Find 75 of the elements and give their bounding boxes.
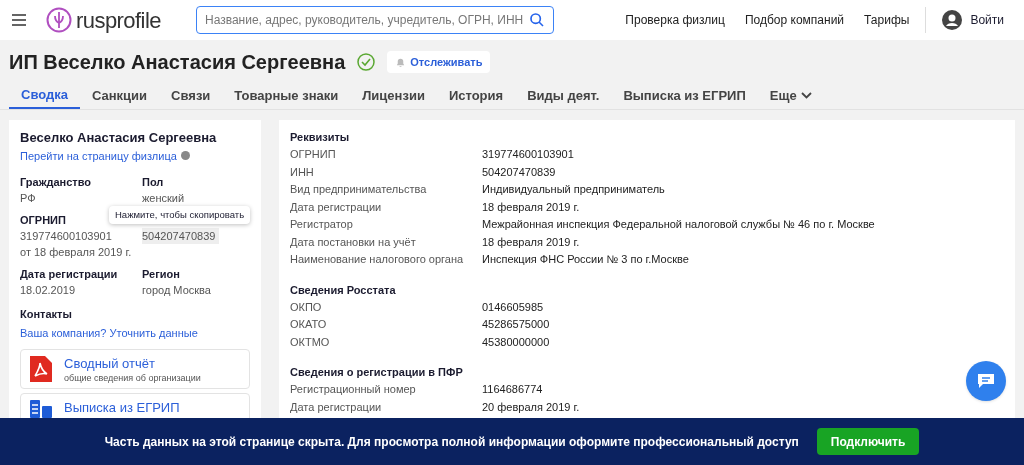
nav-link[interactable]: Подбор компаний — [744, 11, 845, 29]
document-card[interactable]: Сводный отчёт общие сведения об организации — [20, 349, 250, 389]
row-value: 0146605985 — [482, 299, 544, 315]
login-link[interactable]: Войти — [970, 11, 1004, 29]
follow-button[interactable]: Отслеживать — [387, 51, 491, 73]
row-value: 18 февраля 2019 г. — [482, 199, 580, 215]
field-label: Дата регистрации — [20, 267, 118, 282]
row-label: Наименование налогового органа — [290, 252, 465, 267]
row-label: ОГРНИП — [290, 147, 337, 162]
chevron-down-icon — [800, 92, 812, 99]
user-icon[interactable] — [942, 10, 963, 30]
row-label: Регистратор — [290, 217, 354, 232]
field-value: женский — [142, 191, 186, 206]
tab[interactable]: Лицензии — [350, 82, 437, 109]
field-label: Пол — [142, 175, 164, 190]
field-value: город Москва — [142, 283, 212, 298]
row-value: 504207470839 — [482, 164, 556, 180]
row-label: ОКАТО — [290, 317, 328, 332]
tooltip: Нажмите, чтобы скопировать — [109, 206, 251, 225]
tab[interactable]: Выписка из ЕГРИП — [611, 82, 758, 109]
field-value: 319774600103901 — [20, 229, 113, 244]
help-icon[interactable] — [180, 151, 190, 161]
field-value: от 18 февраля 2019 г. — [20, 245, 133, 260]
nav-link[interactable]: Тарифы — [864, 11, 910, 29]
document-title[interactable]: Сводный отчёт — [64, 356, 201, 372]
menu-icon[interactable] — [12, 14, 26, 26]
row-label: ОКПО — [290, 299, 323, 315]
document-title[interactable]: Выписка из ЕГРИП — [64, 400, 180, 416]
section-title: Сведения Росстата — [290, 282, 396, 298]
row-label: Вид предпринимательства — [290, 182, 428, 197]
field-label: ОГРНИП — [20, 213, 66, 228]
row-value: 1164686774 — [482, 382, 543, 397]
tab[interactable]: Товарные знаки — [222, 82, 351, 109]
logo-text[interactable]: rusprofile — [76, 3, 161, 37]
section-title: Реквизиты — [290, 130, 350, 145]
update-data-link[interactable]: Ваша компания? Уточнить данные — [20, 324, 250, 341]
row-label: Регистрационный номер — [290, 382, 417, 397]
row-value: Межрайонная инспекция Федеральной налоговой службы № 46 по г. Москве — [482, 217, 875, 232]
search-icon[interactable] — [529, 12, 545, 28]
row-value: 45286575000 — [482, 317, 550, 332]
banner-text: Часть данных на этой странице скрыта. Для просмотра полной информации оформите профессиональный доступ — [104, 433, 799, 451]
tab[interactable]: Еще — [757, 82, 824, 109]
row-value: Инспекция ФНС России № 3 по г.Москве — [482, 252, 689, 267]
row-label: Дата постановки на учёт — [290, 234, 417, 250]
tab[interactable]: История — [436, 82, 516, 109]
row-value: 20 февраля 2019 г. — [482, 399, 580, 415]
row-value: 18 февраля 2019 г. — [482, 234, 580, 250]
row-value: Индивидуальный предприниматель — [482, 182, 665, 197]
row-value: 45380000000 — [482, 334, 550, 350]
person-name: Веселко Анастасия Сергеевна — [20, 129, 218, 147]
section-title: Сведения о регистрации в ПФР — [290, 365, 463, 380]
nav-link[interactable]: Проверка физлиц — [625, 11, 725, 29]
tab[interactable]: Виды деят. — [515, 82, 612, 109]
field-value: 18.02.2019 — [20, 283, 77, 298]
chat-icon — [977, 373, 995, 389]
tab[interactable]: Санкции — [79, 82, 160, 109]
bell-icon — [395, 56, 407, 68]
contacts-label: Контакты — [20, 307, 73, 322]
tab[interactable]: Связи — [159, 82, 223, 109]
field-value: 504207470839 — [142, 228, 220, 244]
tab[interactable]: Сводка — [9, 82, 80, 109]
page-title: ИП Веселко Анастасия Сергеевна — [9, 50, 346, 75]
row-value: 319774600103901 — [482, 147, 574, 162]
document-subtitle: общие сведения об организации — [64, 372, 201, 385]
person-page-link[interactable]: Перейти на страницу физлица — [20, 147, 177, 164]
row-label: ОКТМО — [290, 334, 331, 350]
pdf-icon — [30, 356, 52, 382]
field-value: РФ — [20, 191, 37, 206]
field-label: Регион — [142, 267, 180, 282]
row-label: Дата регистрации — [290, 399, 383, 415]
search-field[interactable]: Название, адрес, руководитель, учредитель, ОГРН, ИНН — [196, 6, 554, 34]
field-label: Гражданство — [20, 175, 92, 190]
row-label: Дата регистрации — [290, 199, 383, 215]
row-label: ИНН — [290, 164, 315, 180]
logo-icon[interactable] — [46, 7, 72, 33]
